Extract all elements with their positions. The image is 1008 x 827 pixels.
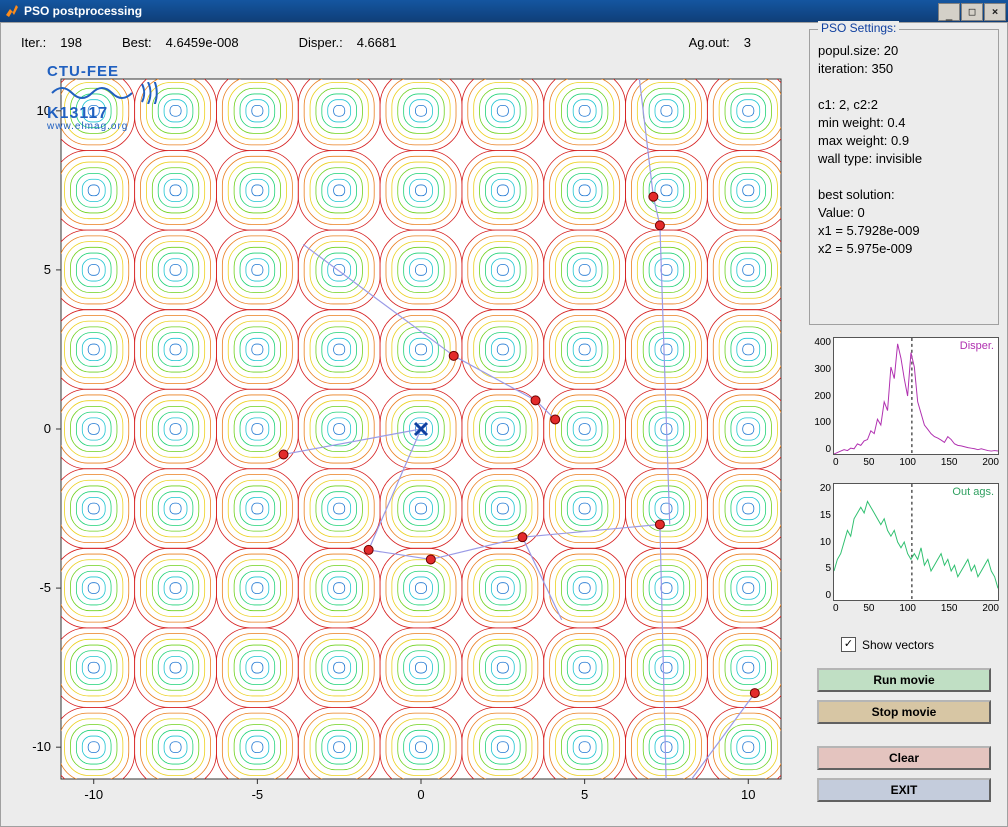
svg-text:5: 5 [581, 787, 588, 802]
agout-label: Ag.out: [689, 35, 730, 50]
matlab-icon [4, 3, 20, 19]
minimize-button[interactable]: _ [938, 3, 960, 21]
svg-text:10: 10 [741, 787, 755, 802]
outags-chart[interactable]: 20151050 Out ags. 050100150200 [809, 483, 999, 615]
best-value: 4.6459e-008 [166, 35, 239, 50]
iter-value: 198 [60, 35, 82, 50]
best-label: Best: [122, 35, 152, 50]
close-button[interactable]: × [984, 3, 1006, 21]
svg-text:10: 10 [37, 103, 51, 118]
svg-text:-10: -10 [32, 739, 51, 754]
disper-label: Disper.: [299, 35, 343, 50]
show-vectors-checkbox[interactable]: ✓ [841, 637, 856, 652]
disper-chart[interactable]: 4003002001000 Disper. 050100150200 [809, 337, 999, 469]
disper-value: 4.6681 [357, 35, 397, 50]
run-movie-button[interactable]: Run movie [817, 668, 991, 692]
settings-text: popul.size: 20iteration: 350 c1: 2, c2:2… [818, 42, 990, 258]
svg-text:-5: -5 [252, 787, 264, 802]
main-plot[interactable]: -10 -5 0 5 10 10 5 0 -5 -10 [11, 59, 801, 819]
show-vectors-label: Show vectors [862, 638, 934, 652]
iter-label: Iter.: [21, 35, 46, 50]
right-panel: PSO Settings: popul.size: 20iteration: 3… [809, 29, 999, 820]
settings-legend: PSO Settings: [818, 21, 899, 35]
disper-chart-label: Disper. [960, 340, 994, 352]
svg-text:0: 0 [44, 421, 51, 436]
exit-button[interactable]: EXIT [817, 778, 991, 802]
svg-text:-10: -10 [84, 787, 103, 802]
outags-chart-label: Out ags. [952, 486, 994, 498]
pso-settings-group: PSO Settings: popul.size: 20iteration: 3… [809, 29, 999, 325]
maximize-button[interactable]: □ [961, 3, 983, 21]
show-vectors-row: ✓ Show vectors [841, 637, 999, 652]
status-row: Iter.: 198 Best: 4.6459e-008 Disper.: 4.… [21, 35, 791, 50]
stop-movie-button[interactable]: Stop movie [817, 700, 991, 724]
svg-text:0: 0 [417, 787, 424, 802]
agout-value: 3 [744, 35, 751, 50]
svg-text:-5: -5 [39, 580, 51, 595]
svg-text:5: 5 [44, 262, 51, 277]
client-area: Iter.: 198 Best: 4.6459e-008 Disper.: 4.… [0, 22, 1008, 827]
titlebar: PSO postprocessing _ □ × [0, 0, 1008, 22]
window-title: PSO postprocessing [24, 4, 142, 18]
clear-button[interactable]: Clear [817, 746, 991, 770]
